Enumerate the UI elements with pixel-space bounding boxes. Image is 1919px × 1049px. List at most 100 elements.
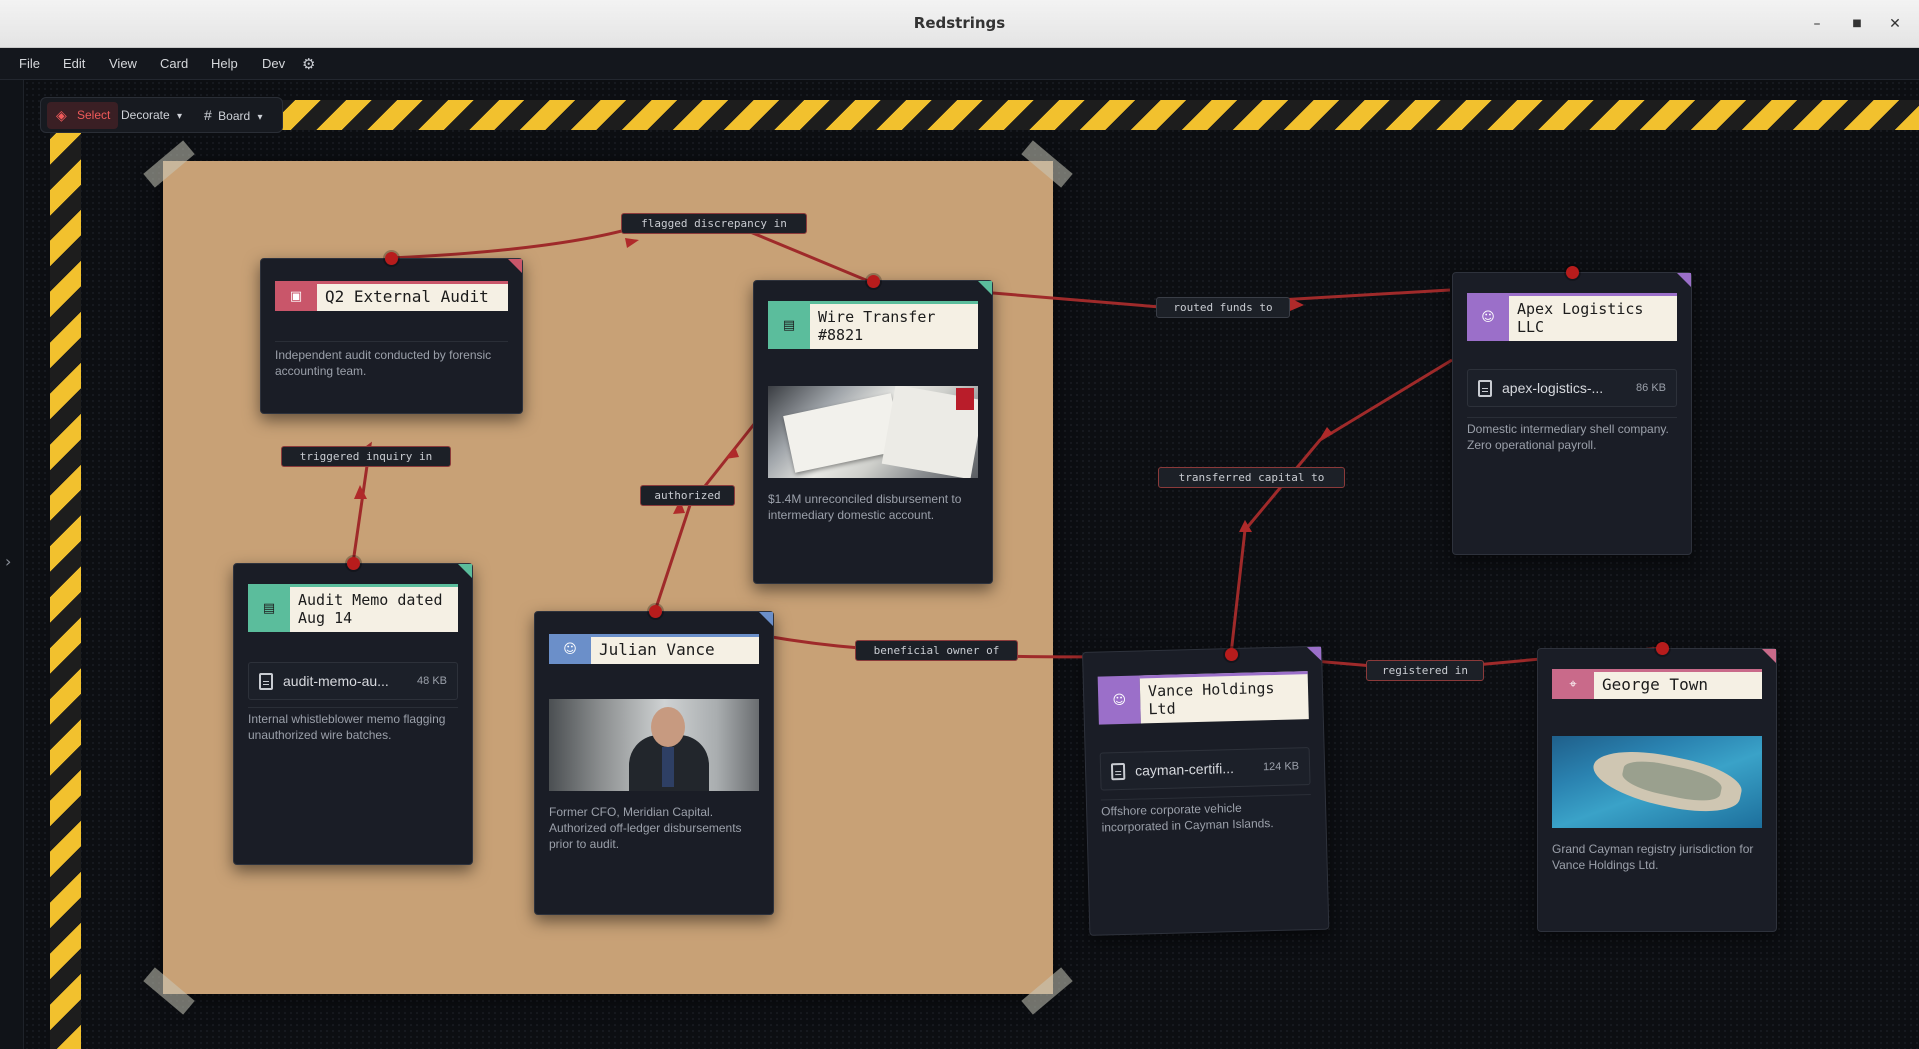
tape-top-right: [1021, 140, 1073, 188]
edge-label-triggered[interactable]: triggered inquiry in: [281, 446, 451, 467]
card-header: ▣ Q2 External Audit: [275, 281, 508, 311]
menu-help[interactable]: Help: [211, 48, 238, 80]
document-icon: ▤: [248, 584, 290, 632]
edge-label-registered[interactable]: registered in: [1366, 660, 1484, 681]
pin-memo[interactable]: [347, 557, 360, 570]
file-size: 48 KB: [417, 675, 447, 687]
menu-bar: File Edit View Card Help Dev ⚙: [0, 48, 1919, 80]
tool-toolbar: ◈ Select Decorate ▾ # Board ▾: [40, 97, 283, 133]
card-title: Vance Holdings Ltd: [1139, 671, 1309, 724]
card-george-town[interactable]: ⌖ George Town Grand Cayman registry juri…: [1537, 648, 1777, 932]
card-divider: [248, 707, 458, 708]
select-tool-label: Select: [77, 108, 111, 122]
window-title: Redstrings: [913, 14, 1006, 32]
portrait-image: [549, 699, 759, 791]
card-q2-external-audit[interactable]: ▣ Q2 External Audit Independent audit co…: [260, 258, 523, 414]
edge-label-authorized[interactable]: authorized: [640, 485, 735, 506]
file-attachment[interactable]: apex-logistics-... 86 KB: [1467, 369, 1677, 407]
window-titlebar: Redstrings – ■ ✕: [0, 0, 1919, 48]
pin-audit[interactable]: [385, 252, 398, 265]
menu-edit[interactable]: Edit: [63, 48, 85, 80]
card-description: Grand Cayman registry jurisdiction for V…: [1552, 842, 1754, 872]
card-corner: [1762, 649, 1776, 663]
file-name: apex-logistics-...: [1502, 380, 1604, 396]
card-corner: [458, 564, 472, 578]
wire-receipt-image: [768, 386, 978, 478]
card-title: Audit Memo dated Aug 14: [290, 584, 458, 632]
menu-file[interactable]: File: [19, 48, 40, 80]
card-divider: [1467, 417, 1677, 418]
card-header: ▤ Audit Memo dated Aug 14: [248, 584, 458, 632]
minimize-icon[interactable]: –: [1806, 13, 1828, 35]
menu-dev[interactable]: Dev: [262, 48, 285, 80]
pin-julian[interactable]: [649, 605, 662, 618]
card-description: Offshore corporate vehicle incorporated …: [1100, 800, 1274, 835]
card-description: Independent audit conducted by forensic …: [275, 348, 492, 378]
card-corner: [1306, 646, 1322, 662]
card-wire-transfer[interactable]: ▤ Wire Transfer #8821 $1.4M unreconciled…: [753, 280, 993, 584]
file-size: 86 KB: [1636, 382, 1666, 394]
card-header: ▤ Wire Transfer #8821: [768, 301, 978, 349]
card-audit-memo[interactable]: ▤ Audit Memo dated Aug 14 audit-memo-au.…: [233, 563, 473, 865]
card-corner: [978, 281, 992, 295]
card-title: Julian Vance: [591, 634, 759, 664]
file-icon: [259, 673, 273, 690]
tape-top-left: [143, 140, 195, 188]
file-name: audit-memo-au...: [283, 673, 389, 689]
edge-label-flagged[interactable]: flagged discrepancy in: [621, 213, 807, 234]
calendar-icon: ▣: [275, 281, 317, 311]
card-divider: [275, 341, 508, 342]
board-dropdown[interactable]: # Board ▾: [204, 102, 263, 129]
tape-bottom-left: [143, 967, 195, 1015]
card-corner: [508, 259, 522, 273]
card-title: Q2 External Audit: [317, 281, 508, 311]
card-corner: [1677, 273, 1691, 287]
tape-bottom-right: [1021, 967, 1073, 1015]
chevron-right-icon[interactable]: ›: [5, 552, 11, 571]
gear-icon[interactable]: ⚙: [302, 55, 320, 73]
hazard-stripe-left: [50, 130, 81, 1049]
person-icon: ☺: [549, 634, 591, 664]
pin-wire[interactable]: [867, 275, 880, 288]
file-icon: [1110, 762, 1126, 781]
card-apex-logistics[interactable]: ☺ Apex Logistics LLC apex-logistics-... …: [1452, 272, 1692, 555]
card-header: ☺ Apex Logistics LLC: [1467, 293, 1677, 341]
person-icon: ☺: [1097, 675, 1141, 725]
location-pin-icon: ⌖: [1552, 669, 1594, 699]
card-julian-vance[interactable]: ☺ Julian Vance Former CFO, Meridian Capi…: [534, 611, 774, 915]
left-panel-rail[interactable]: ›: [0, 80, 24, 1049]
card-description: Internal whistleblower memo flagging una…: [248, 712, 446, 742]
card-corner: [759, 612, 773, 626]
card-title: Wire Transfer #8821: [810, 301, 978, 349]
hazard-stripe-top: [50, 100, 1919, 130]
card-description: Domestic intermediary shell company. Zer…: [1467, 422, 1669, 452]
close-icon[interactable]: ✕: [1884, 13, 1906, 35]
select-tool-button[interactable]: ◈ Select: [47, 102, 119, 129]
menu-card[interactable]: Card: [160, 48, 188, 80]
pin-vance[interactable]: [1225, 648, 1238, 661]
card-title: Apex Logistics LLC: [1509, 293, 1677, 341]
file-attachment[interactable]: cayman-certifi... 124 KB: [1099, 747, 1311, 791]
edge-label-transferred[interactable]: transferred capital to: [1158, 467, 1345, 488]
frame-icon: #: [204, 107, 212, 123]
person-icon: ☺: [1467, 293, 1509, 341]
card-header: ☺ Julian Vance: [549, 634, 759, 664]
maximize-icon[interactable]: ■: [1846, 13, 1868, 35]
menu-view[interactable]: View: [109, 48, 137, 80]
chevron-down-icon: ▾: [257, 112, 263, 123]
chevron-down-icon: ▾: [177, 111, 183, 122]
edge-label-routed[interactable]: routed funds to: [1156, 297, 1290, 318]
card-header: ☺ Vance Holdings Ltd: [1097, 671, 1309, 725]
edge-label-beneficial[interactable]: beneficial owner of: [855, 640, 1018, 661]
board-label: Board: [218, 109, 251, 123]
document-icon: ▤: [768, 301, 810, 349]
card-description: $1.4M unreconciled disbursement to inter…: [768, 492, 962, 522]
pin-apex[interactable]: [1566, 266, 1579, 279]
pin-george[interactable]: [1656, 642, 1669, 655]
file-icon: [1478, 380, 1492, 397]
layers-icon: ◈: [56, 107, 67, 123]
decorate-dropdown[interactable]: Decorate ▾: [121, 102, 182, 129]
file-attachment[interactable]: audit-memo-au... 48 KB: [248, 662, 458, 700]
card-vance-holdings[interactable]: ☺ Vance Holdings Ltd cayman-certifi... 1…: [1082, 645, 1330, 936]
island-aerial-image: [1552, 736, 1762, 828]
